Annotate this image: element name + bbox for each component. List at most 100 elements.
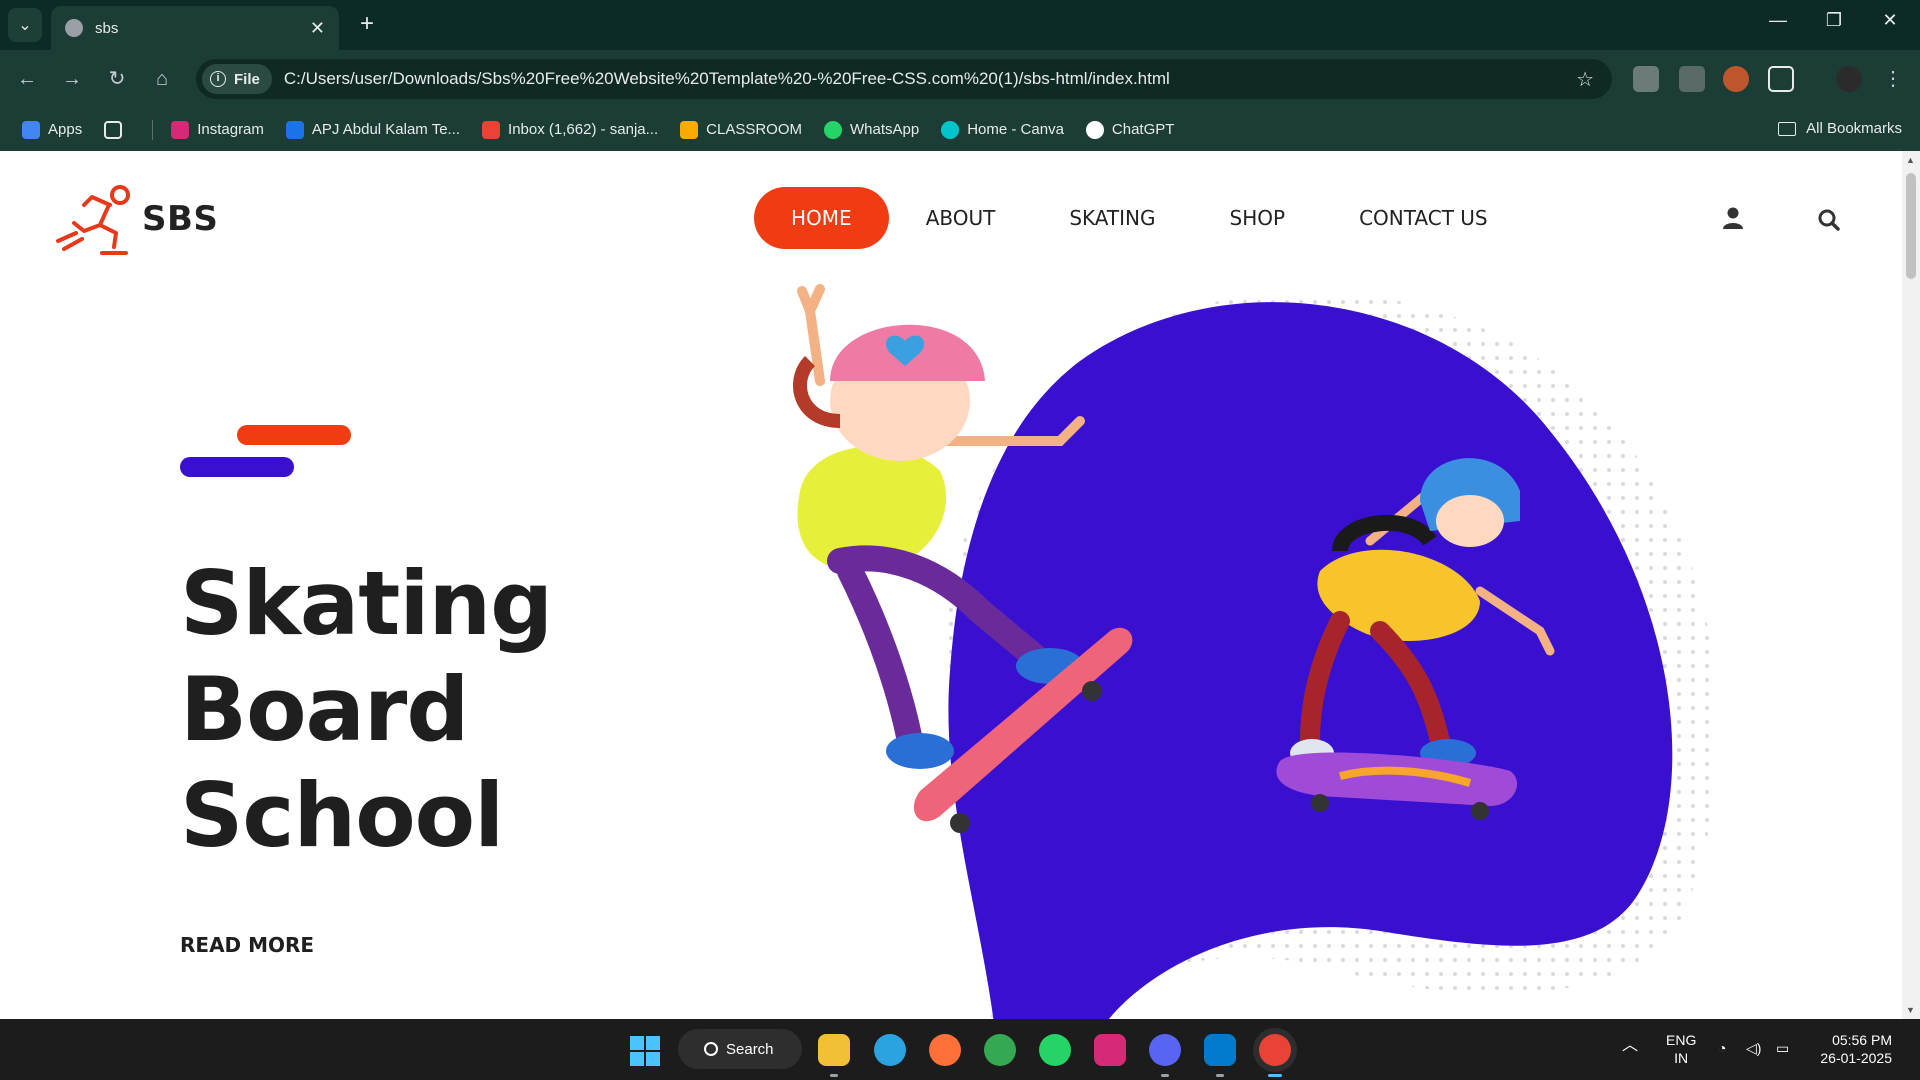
hero-title-line: Skating <box>180 552 553 655</box>
close-tab-icon[interactable]: ✕ <box>310 18 325 39</box>
extension-m-icon[interactable] <box>1633 66 1659 92</box>
clock-date: 26-01-2025 <box>1820 1050 1892 1066</box>
discord-icon[interactable] <box>1149 1034 1181 1066</box>
windows-taskbar: Search ︿ ENG IN ◔ ◁) ▭ 05:56 PM 26-01-20… <box>0 1019 1920 1080</box>
vscode-icon[interactable] <box>1204 1034 1236 1066</box>
decor-bar-red <box>237 425 351 445</box>
hero-title: Skating Board School <box>180 551 553 869</box>
restore-button[interactable]: ❐ <box>1814 10 1854 31</box>
info-icon: i <box>210 71 226 87</box>
all-bookmarks[interactable]: All Bookmarks <box>1778 120 1902 137</box>
bookmark-whatsapp[interactable]: WhatsApp <box>824 120 919 139</box>
bookmark-label: APJ Abdul Kalam Te... <box>311 121 461 138</box>
wifi-icon[interactable]: ◔ <box>1718 1039 1726 1057</box>
bookmark-classroom[interactable]: CLASSROOM <box>680 120 802 139</box>
bookmark-canva[interactable]: Home - Canva <box>941 120 1064 139</box>
active-indicator <box>1268 1074 1282 1077</box>
gmail-icon <box>482 120 501 139</box>
browser-menu-icon[interactable]: ⋮ <box>1878 64 1908 94</box>
running-indicator <box>1216 1074 1224 1077</box>
hero-illustration <box>793 284 1719 1019</box>
tab-sbs[interactable]: sbs ✕ <box>51 6 339 50</box>
show-hidden-icons-icon[interactable]: ︿ <box>1622 1037 1638 1055</box>
running-indicator <box>830 1074 838 1077</box>
search-icon <box>704 1042 718 1056</box>
forward-button[interactable]: → <box>57 64 87 94</box>
bookmark-label: CLASSROOM <box>706 121 802 138</box>
clock[interactable]: 05:56 PM 26-01-2025 <box>1812 1031 1892 1067</box>
battery-icon[interactable]: ▭ <box>1776 1039 1789 1057</box>
skater-logo-icon <box>56 185 130 255</box>
tab-search-button[interactable]: ⌄ <box>8 8 42 42</box>
tab-groups-icon <box>104 120 123 139</box>
hero-title-line: School <box>180 764 504 867</box>
nav-shop[interactable]: SHOP <box>1193 187 1323 249</box>
extension-square-icon[interactable] <box>1679 66 1705 92</box>
language-indicator[interactable]: ENG IN <box>1666 1031 1696 1067</box>
site-logo[interactable]: SBS <box>54 183 218 255</box>
tab-strip: ⌄ sbs ✕ + — ❐ ✕ <box>0 0 1920 50</box>
url-scheme: File <box>234 70 260 88</box>
bookmark-tab-groups[interactable] <box>104 120 130 139</box>
extensions-puzzle-icon[interactable] <box>1768 66 1794 92</box>
minimize-button[interactable]: — <box>1758 10 1798 31</box>
scroll-down-arrow[interactable]: ▼ <box>1906 1005 1915 1015</box>
nav-contact-us[interactable]: CONTACT US <box>1322 187 1525 249</box>
reload-button[interactable]: ↻ <box>102 64 132 94</box>
bookmark-apj[interactable]: APJ Abdul Kalam Te... <box>285 120 461 139</box>
hero-title-line: Board <box>180 658 469 761</box>
scrollbar-thumb[interactable] <box>1906 173 1916 279</box>
bookmark-star-icon[interactable]: ☆ <box>1576 67 1594 92</box>
language-code: ENG <box>1666 1032 1697 1048</box>
address-bar[interactable]: i File C:/Users/user/Downloads/Sbs%20Fre… <box>196 59 1612 99</box>
nav-about[interactable]: ABOUT <box>889 187 1033 249</box>
file-explorer-icon[interactable] <box>818 1034 850 1066</box>
browser-toolbar: ← → ↻ ⌂ i File C:/Users/user/Downloads/S… <box>0 50 1920 108</box>
bookmarks-bar: Apps Instagram APJ Abdul Kalam Te... Inb… <box>0 108 1920 151</box>
bookmark-chatgpt[interactable]: ChatGPT <box>1085 120 1175 139</box>
bookmark-label: Instagram <box>197 121 264 138</box>
nav-home[interactable]: HOME <box>754 187 889 249</box>
clock-time: 05:56 PM <box>1832 1032 1892 1048</box>
bookmark-label: ChatGPT <box>1111 121 1175 138</box>
read-more-link[interactable]: READ MORE <box>180 933 314 957</box>
extension-cookie-icon[interactable] <box>1723 66 1749 92</box>
instagram-icon <box>171 120 190 139</box>
bookmark-gmail[interactable]: Inbox (1,662) - sanja... <box>482 120 658 139</box>
telegram-icon[interactable] <box>874 1034 906 1066</box>
search-icon[interactable] <box>1818 209 1840 231</box>
website-viewport: SBS HOME ABOUT SKATING SHOP CONTACT US S… <box>0 151 1902 1019</box>
page-scrollbar[interactable]: ▲ ▼ <box>1902 151 1920 1019</box>
all-bookmarks-label: All Bookmarks <box>1806 120 1902 137</box>
taskbar-search[interactable]: Search <box>678 1029 802 1069</box>
site-info-chip[interactable]: i File <box>202 64 272 94</box>
windows-start-icon[interactable] <box>630 1036 660 1066</box>
firefox-icon[interactable] <box>929 1034 961 1066</box>
nav-skating[interactable]: SKATING <box>1032 187 1192 249</box>
folder-icon <box>1778 121 1797 136</box>
new-tab-button[interactable]: + <box>352 9 382 39</box>
classroom-icon <box>680 120 699 139</box>
bookmark-instagram[interactable]: Instagram <box>171 120 264 139</box>
back-button[interactable]: ← <box>12 64 42 94</box>
url-text[interactable]: C:/Users/user/Downloads/Sbs%20Free%20Web… <box>284 69 1576 89</box>
whatsapp-icon[interactable] <box>1039 1034 1071 1066</box>
instagram-icon[interactable] <box>1094 1034 1126 1066</box>
bookmark-label: Apps <box>48 121 83 138</box>
bookmark-separator <box>152 119 154 140</box>
volume-icon[interactable]: ◁) <box>1746 1039 1761 1057</box>
chrome-icon[interactable] <box>984 1034 1016 1066</box>
canva-icon <box>941 120 960 139</box>
region-code: IN <box>1674 1050 1689 1066</box>
brand-name: SBS <box>142 199 219 239</box>
apj-icon <box>285 120 304 139</box>
apps-grid-icon <box>22 120 40 139</box>
chrome-profile-icon[interactable] <box>1259 1034 1291 1066</box>
scroll-up-arrow[interactable]: ▲ <box>1906 155 1915 165</box>
bookmark-apps[interactable]: Apps <box>22 120 83 139</box>
home-button[interactable]: ⌂ <box>147 64 177 94</box>
bookmark-label: Home - Canva <box>967 121 1064 138</box>
user-icon[interactable] <box>1723 207 1743 229</box>
close-window-button[interactable]: ✕ <box>1870 10 1910 31</box>
profile-avatar[interactable] <box>1836 66 1862 92</box>
